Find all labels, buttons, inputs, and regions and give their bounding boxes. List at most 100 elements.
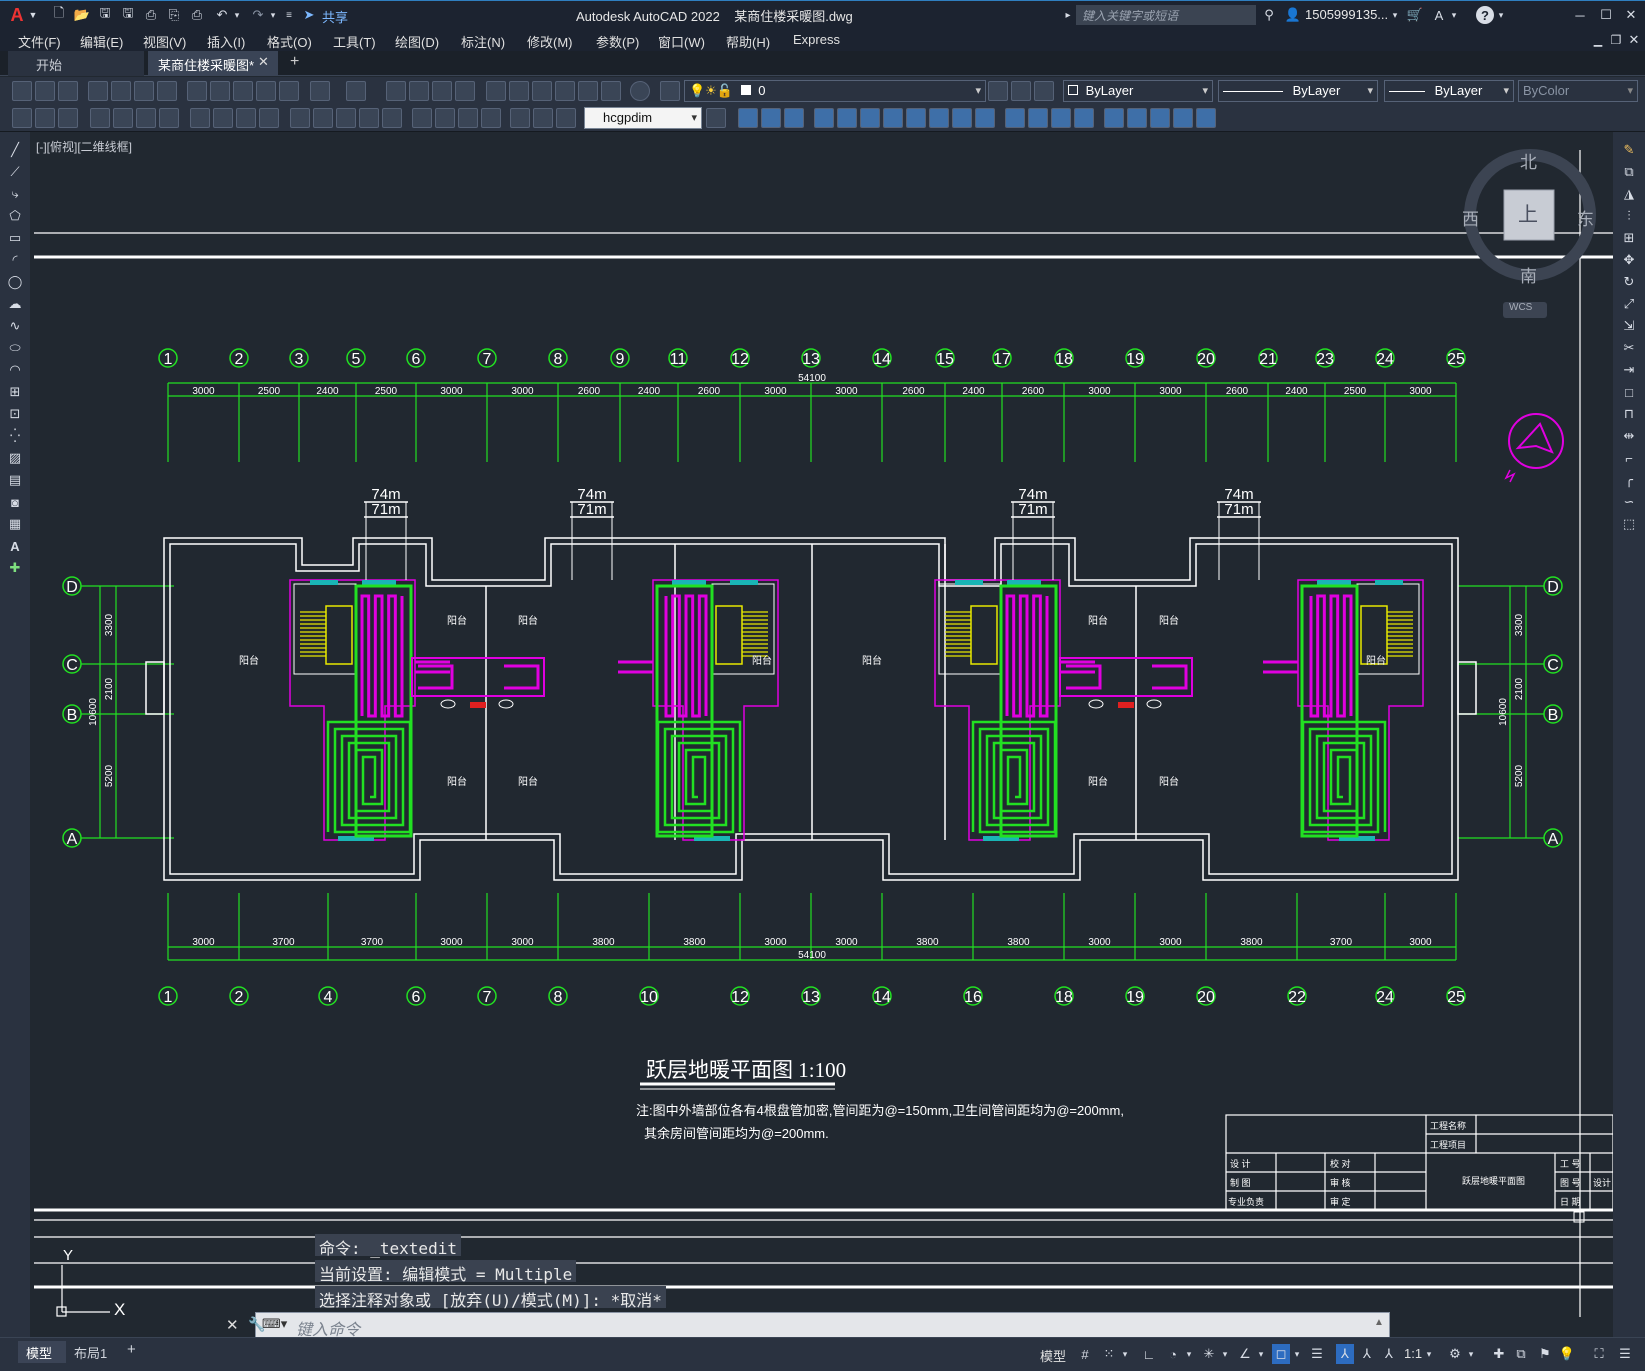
cart-icon[interactable]: 🛒	[1406, 6, 1424, 24]
minimize-icon[interactable]: ─	[1570, 5, 1590, 25]
close-icon[interactable]: ✕	[1621, 5, 1641, 25]
spline-tool-icon[interactable]: ∿	[5, 316, 25, 336]
share-icon[interactable]: ➤	[300, 6, 318, 24]
redo-dropdown-icon[interactable]: ▾	[268, 8, 278, 22]
tb-explode-icon[interactable]	[1104, 108, 1124, 128]
tb-jogline-icon[interactable]	[481, 108, 501, 128]
add-selected-icon[interactable]: ✚	[5, 558, 25, 578]
tb-dimarc-icon[interactable]	[136, 108, 156, 128]
lineweight-icon[interactable]: ☰	[1308, 1344, 1326, 1364]
tb-preview-icon[interactable]	[111, 81, 131, 101]
offset-tool-icon[interactable]: ⫶	[1619, 206, 1639, 226]
tb-fillet-icon[interactable]	[1074, 108, 1094, 128]
tb-3dprint-icon[interactable]	[157, 81, 177, 101]
open-web-icon[interactable]: ⎙	[142, 6, 160, 24]
fullscreen-icon[interactable]: ⛶	[1590, 1344, 1608, 1364]
tb-tolerance-icon[interactable]	[412, 108, 432, 128]
drawing-canvas[interactable]: [-][俯视][二维线框] 1 2 3 5 6 7 8 9 11 12 13 14 15 17 18 19 20…	[30, 132, 1613, 1317]
tb-dimupdate-icon[interactable]	[556, 108, 576, 128]
osnap-dropdown-icon[interactable]: ▾	[1292, 1346, 1302, 1362]
array-tool-icon[interactable]: ⊞	[1619, 228, 1639, 248]
tb-mleaderstyle-icon[interactable]	[58, 108, 78, 128]
circle-tool-icon[interactable]: ◯	[5, 272, 25, 292]
tb-markup-icon[interactable]	[578, 81, 598, 101]
tb-move-icon[interactable]	[860, 108, 880, 128]
region-tool-icon[interactable]: ◙	[5, 492, 25, 512]
menu-dimension[interactable]: 标注(N)	[461, 32, 505, 51]
save-icon[interactable]: 🖫	[96, 5, 114, 24]
scale-tool-icon[interactable]: ⤢	[1619, 294, 1639, 314]
ellipse-arc-tool-icon[interactable]: ◠	[5, 360, 25, 380]
tb-dimlinear-icon[interactable]	[90, 108, 110, 128]
tb-offset-icon[interactable]	[814, 108, 834, 128]
tab-close-icon[interactable]: ✕	[258, 54, 269, 70]
menu-window[interactable]: 窗口(W)	[658, 32, 705, 51]
workspace-dropdown-icon[interactable]: ▾	[1466, 1346, 1476, 1362]
snap-icon[interactable]: ⁙	[1100, 1344, 1118, 1364]
command-history-icon[interactable]: ▲	[1374, 1317, 1384, 1328]
otrack-icon[interactable]: ∠	[1236, 1344, 1254, 1364]
menu-view[interactable]: 视图(V)	[143, 32, 186, 51]
viewcube-top-face[interactable]: 上	[1518, 198, 1538, 227]
tb-layer-previous-icon[interactable]	[1011, 81, 1031, 101]
tb-centermark-icon[interactable]	[435, 108, 455, 128]
tb-cut-icon[interactable]	[187, 81, 207, 101]
tb-redo-icon[interactable]	[346, 81, 366, 101]
help-dropdown-icon[interactable]: ▾	[1496, 8, 1506, 22]
menu-file[interactable]: 文件(F)	[18, 32, 61, 51]
autocad-logo-icon[interactable]: A	[6, 4, 28, 26]
logo-dropdown-icon[interactable]: ▼	[28, 7, 38, 23]
make-block-icon[interactable]: ⊡	[5, 404, 25, 424]
insert-block-icon[interactable]: ⊞	[5, 382, 25, 402]
menu-edit[interactable]: 编辑(E)	[80, 32, 123, 51]
tb-undo-icon[interactable]	[310, 81, 330, 101]
polyline-tool-icon[interactable]: ⤷	[5, 184, 25, 204]
viewcube-north[interactable]: 北	[1520, 148, 1537, 173]
snap-dropdown-icon[interactable]: ▾	[1120, 1346, 1130, 1362]
help-icon[interactable]: ?	[1476, 6, 1494, 24]
annotation-monitor-icon[interactable]: ✚	[1490, 1344, 1508, 1364]
tb-extend-icon[interactable]	[975, 108, 995, 128]
quick-properties-icon[interactable]: ⚑	[1536, 1344, 1554, 1364]
add-layout-button[interactable]: +	[127, 1341, 136, 1358]
doc-restore-icon[interactable]: ❐	[1608, 31, 1624, 49]
osnap-icon[interactable]: ◻	[1272, 1344, 1290, 1364]
tb-dimspace-icon[interactable]	[359, 108, 379, 128]
tb-reverse-icon[interactable]	[1150, 108, 1170, 128]
maximize-icon[interactable]: ☐	[1596, 5, 1616, 25]
tb-tablestyle-icon[interactable]	[35, 108, 55, 128]
construction-line-icon[interactable]: ⟋	[5, 162, 25, 182]
save-as-icon[interactable]: 🖫	[119, 5, 137, 24]
grid-icon[interactable]: #	[1076, 1344, 1094, 1364]
undo-dropdown-icon[interactable]: ▾	[232, 8, 242, 22]
break-tool-icon[interactable]: ⊓	[1619, 404, 1639, 424]
tb-erase-icon[interactable]	[738, 108, 758, 128]
tb-open-icon[interactable]	[35, 81, 55, 101]
tb-mirror-icon[interactable]	[784, 108, 804, 128]
tb-calc-icon[interactable]	[601, 81, 621, 101]
tb-make-current-icon[interactable]	[988, 81, 1008, 101]
hatch-tool-icon[interactable]: ▨	[5, 448, 25, 468]
tb-zoom-window-icon[interactable]	[432, 81, 452, 101]
workspace-gear-icon[interactable]: ⚙	[1446, 1344, 1464, 1364]
chamfer-tool-icon[interactable]: ⌐	[1619, 448, 1639, 468]
tb-dimtedit-icon[interactable]	[533, 108, 553, 128]
open-file-icon[interactable]: 📂	[73, 6, 91, 24]
trim-tool-icon[interactable]: ✂	[1619, 338, 1639, 358]
tb-trim-icon[interactable]	[952, 108, 972, 128]
tb-scale-icon[interactable]	[906, 108, 926, 128]
table-tool-icon[interactable]: ▦	[5, 514, 25, 534]
annotation-visibility-icon[interactable]: ⅄	[1336, 1344, 1354, 1364]
save-web-icon[interactable]: ⎘	[165, 6, 183, 24]
annotation-scale-icon[interactable]: ⅄	[1380, 1344, 1398, 1364]
menu-express[interactable]: Express	[793, 32, 840, 47]
tb-blend-icon[interactable]	[1127, 108, 1147, 128]
mtext-tool-icon[interactable]: A	[5, 536, 25, 556]
color-combo[interactable]: ByLayer ▾	[1063, 80, 1213, 102]
tb-print-icon[interactable]	[88, 81, 108, 101]
layout1-tab[interactable]: 布局1	[68, 1341, 124, 1363]
tb-matchprop-icon[interactable]	[256, 81, 276, 101]
tb-textstyle-icon[interactable]	[12, 108, 32, 128]
tab-document[interactable]: 某商住楼采暖图* ✕	[148, 51, 278, 76]
scale-dropdown-icon[interactable]: ▾	[1424, 1346, 1434, 1362]
